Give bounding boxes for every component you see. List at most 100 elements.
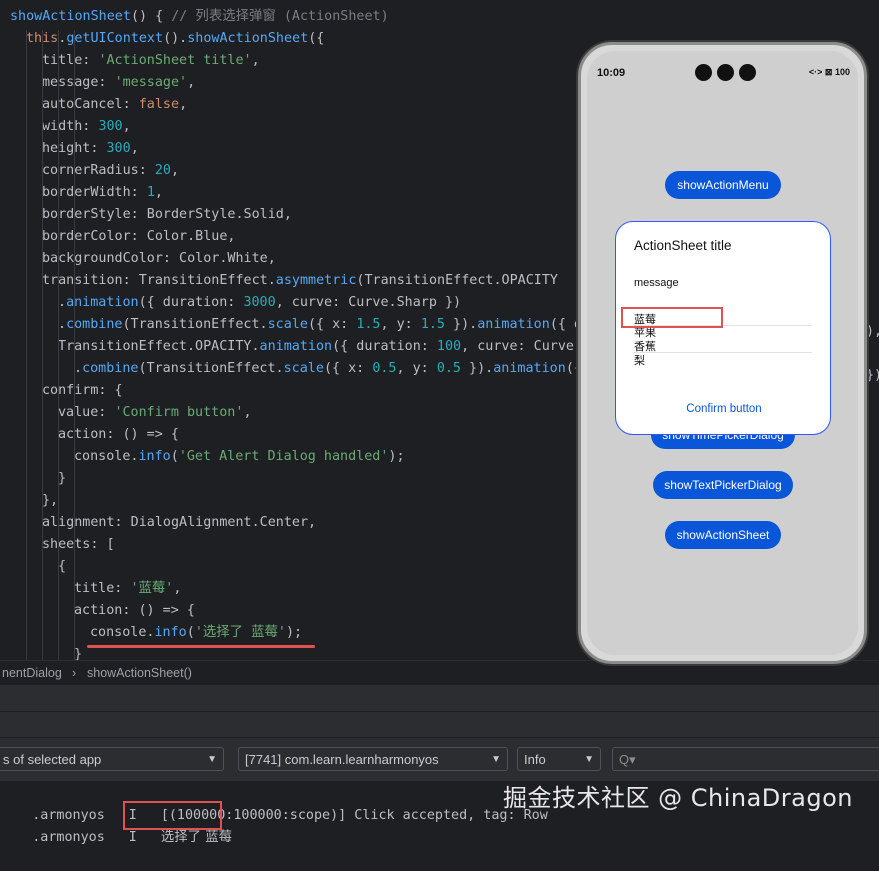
code-token: console. [74, 449, 139, 464]
code-token: , [173, 581, 182, 596]
code-token: , [171, 163, 180, 178]
code-token: ); [285, 625, 303, 640]
code-line: confirm: { [42, 380, 123, 402]
code-token: asymmetric [275, 273, 357, 288]
code-token: combine [82, 361, 139, 376]
code-token: }). [461, 361, 494, 376]
code-token: '选择了 蓝莓' [194, 625, 286, 640]
code-token: } [74, 647, 83, 660]
code-token: 'Get Alert Dialog handled' [178, 449, 389, 464]
log-search-input[interactable]: Q▾ [612, 747, 879, 771]
sheet-item[interactable]: 梨 [634, 352, 645, 368]
code-line: message: 'message', [42, 72, 195, 94]
code-line: } [74, 644, 82, 660]
breadcrumb-item[interactable]: nentDialog [2, 661, 62, 685]
highlight-box [123, 801, 222, 830]
code-token: ({ x: [323, 361, 373, 376]
code-token: ( [170, 449, 179, 464]
code-line: } [58, 468, 66, 490]
code-token: 300 [106, 141, 131, 156]
code-token: console. [90, 625, 155, 640]
code-token: ({ duration: [332, 339, 437, 354]
code-line: .combine(TransitionEffect.scale({ x: 1.5… [58, 314, 582, 336]
code-line: borderWidth: 1, [42, 182, 163, 204]
code-line: autoCancel: false, [42, 94, 187, 116]
search-icon: Q▾ [619, 752, 636, 767]
code-line: action: () => { [74, 600, 195, 622]
code-token: , [179, 97, 188, 112]
code-token: value: [58, 405, 115, 420]
tool-window-header [0, 685, 879, 711]
device-filter-select[interactable]: s of selected app ▼ [0, 747, 224, 771]
code-token: animation [66, 295, 139, 310]
code-token: '蓝莓' [130, 581, 174, 596]
code-token: getUIContext [66, 31, 164, 46]
code-token: animation [259, 339, 333, 354]
code-token: , [243, 405, 252, 420]
code-token: , [130, 141, 139, 156]
code-token: . [58, 295, 67, 310]
code-token: (). [163, 31, 188, 46]
phone-screen: 10:09 <·> ⊠ 100 showActionMenu showTimeP… [587, 51, 858, 655]
highlight-underline [87, 645, 315, 648]
code-token: autoCancel: [42, 97, 139, 112]
code-line: { [58, 556, 66, 578]
code-token: , [251, 53, 260, 68]
code-token: 1.5 [356, 317, 381, 332]
code-token: 0.5 [436, 361, 461, 376]
code-token: scale [283, 361, 324, 376]
code-token: showActionSheet [10, 9, 131, 24]
code-token: borderColor: Color.Blue, [42, 229, 236, 244]
code-token: message: [42, 75, 115, 90]
code-token: scale [267, 317, 308, 332]
divider [634, 352, 812, 353]
code-token: animation [493, 361, 566, 376]
code-token: 1 [146, 185, 155, 200]
log-level: I [128, 830, 137, 845]
code-token: alignment: DialogAlignment.Center, [42, 515, 317, 530]
select-value: Info [524, 752, 546, 767]
confirm-button[interactable]: Confirm button [616, 403, 832, 415]
code-token: info [154, 625, 187, 640]
code-line: transition: TransitionEffect.asymmetric(… [42, 270, 558, 292]
code-token: 1.5 [420, 317, 445, 332]
indent-guide [42, 30, 43, 660]
code-line: console.info('选择了 蓝莓'); [90, 622, 302, 644]
code-line: width: 300, [42, 116, 131, 138]
process-filter-select[interactable]: [7741] com.learn.learnharmonyos ▼ [238, 747, 508, 771]
code-token: ); [388, 449, 405, 464]
code-token: transition: TransitionEffect. [42, 273, 276, 288]
camera-icon [695, 64, 712, 81]
code-token: 'ActionSheet title' [98, 53, 252, 68]
code-token: info [138, 449, 171, 464]
chevron-right-icon: › [72, 666, 77, 680]
indent-guide [74, 30, 75, 660]
code-fragment: ), [866, 324, 879, 339]
code-token: 300 [98, 119, 123, 134]
code-line: sheets: [ [42, 534, 115, 556]
code-token: confirm: { [42, 383, 123, 398]
code-token: animation [477, 317, 550, 332]
code-token: // 列表选择弹窗 (ActionSheet) [171, 9, 389, 24]
code-token: backgroundColor: Color.White, [42, 251, 276, 266]
code-token: 20 [154, 163, 171, 178]
code-token: , y: [380, 317, 421, 332]
show-text-picker-button[interactable]: showTextPickerDialog [653, 471, 793, 499]
code-line: console.info('Get Alert Dialog handled')… [74, 446, 405, 468]
indent-guide [26, 30, 27, 660]
code-line: alignment: DialogAlignment.Center, [42, 512, 316, 534]
code-token: , [122, 119, 131, 134]
show-action-sheet-button[interactable]: showActionSheet [665, 521, 781, 549]
code-token: , curve: Curve. [461, 339, 583, 354]
show-action-menu-button[interactable]: showActionMenu [665, 171, 781, 199]
code-token: 'message' [114, 75, 188, 90]
breadcrumb-item[interactable]: showActionSheet() [87, 661, 192, 685]
code-token: 100 [436, 339, 462, 354]
chevron-down-icon: ▼ [584, 754, 594, 765]
code-token: , [154, 185, 163, 200]
log-level-select[interactable]: Info ▼ [517, 747, 601, 771]
log-message: 选择了 蓝莓 [160, 830, 233, 845]
status-icons: <·> ⊠ 100 [808, 67, 850, 77]
code-token: (TransitionEffect. [138, 361, 284, 376]
action-sheet-dialog: ActionSheet title message 蓝莓 苹果 香蕉 梨 Con… [615, 221, 831, 435]
